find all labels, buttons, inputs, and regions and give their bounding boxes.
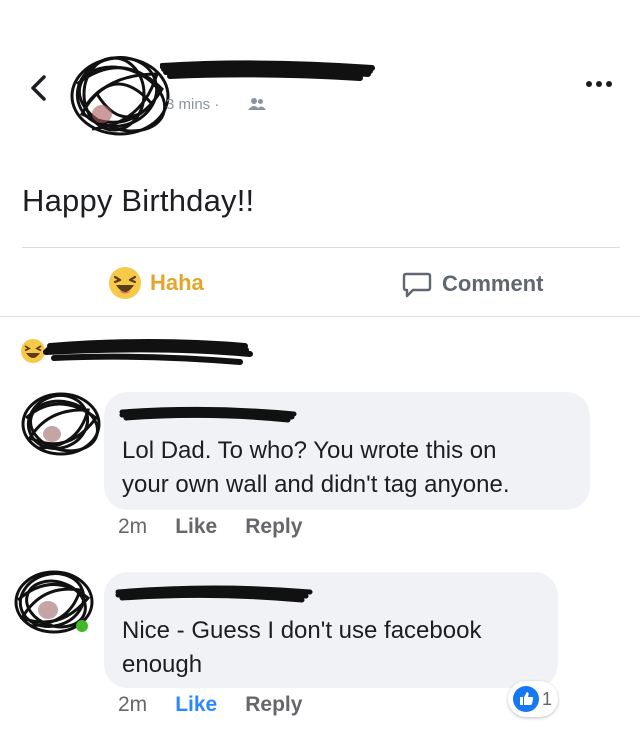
comment-bubble: Lol Dad. To who? You wrote this on your … [104, 392, 590, 510]
comment-bubble-icon [402, 272, 432, 298]
comment-reaction-badge[interactable]: 1 [508, 681, 559, 717]
commenter-name-redacted [115, 585, 313, 603]
haha-emoji-icon [109, 267, 141, 299]
comment-label: Comment [442, 271, 544, 296]
comment-bubble: Nice - Guess I don't use facebook enough [104, 572, 558, 688]
commenter-avatar-redacted [14, 570, 94, 634]
comment-text-line: your own wall and didn't tag anyone. [122, 471, 510, 498]
comment-meta: 2m Like Reply [118, 515, 302, 539]
post-author-name-redacted [160, 60, 375, 81]
reactors-names-redacted [43, 339, 253, 365]
commenter-name-redacted [119, 406, 297, 423]
haha-label: Haha [150, 270, 204, 295]
comment-time: 2m [118, 693, 148, 716]
comment-like-count: 1 [542, 688, 553, 709]
thumbs-up-icon [513, 686, 539, 712]
post-meta: 3 mins · [166, 96, 220, 113]
friends-audience-icon [248, 98, 266, 110]
post-text: Happy Birthday!! [22, 183, 255, 218]
comment-like-button[interactable]: Like [175, 515, 217, 539]
divider [22, 247, 620, 248]
comment-like-button[interactable]: Like [175, 693, 217, 717]
more-dots-icon[interactable] [584, 79, 614, 89]
comment-reply-button[interactable]: Reply [245, 515, 302, 539]
haha-reaction-button[interactable]: Haha [108, 264, 204, 302]
chevron-left-icon[interactable] [28, 74, 50, 102]
comment-meta: 2m Like Reply [118, 693, 302, 717]
comment-reply-button[interactable]: Reply [245, 693, 302, 717]
comment-text-line: Lol Dad. To who? You wrote this on [122, 437, 497, 464]
comment-time: 2m [118, 515, 148, 538]
divider [0, 316, 640, 317]
comment-text-line: enough [122, 651, 203, 678]
comment-button[interactable]: Comment [402, 266, 543, 302]
comment-text-line: Nice - Guess I don't use facebook [122, 617, 482, 644]
commenter-avatar-redacted [21, 392, 101, 456]
